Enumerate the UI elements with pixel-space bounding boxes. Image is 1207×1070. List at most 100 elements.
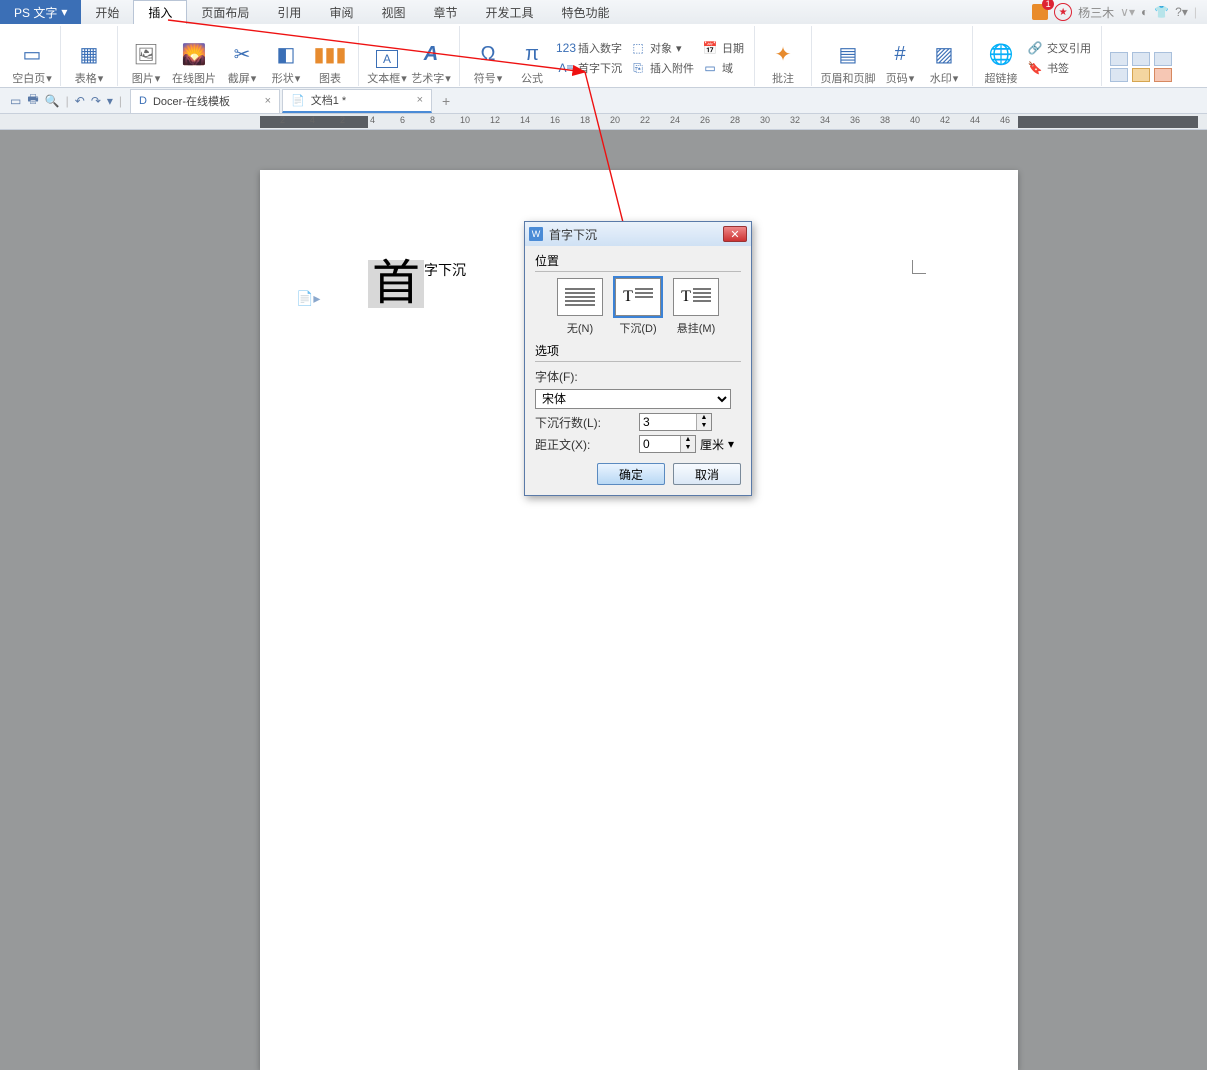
font-row: 字体(F):: [535, 368, 741, 385]
tab-review[interactable]: 审阅: [315, 0, 367, 24]
spin-down[interactable]: ▼: [681, 444, 695, 452]
table-button[interactable]: ▦ 表格▾: [67, 30, 111, 86]
hang-preview: T: [673, 278, 719, 316]
dialog-titlebar[interactable]: W 首字下沉 ✕: [525, 222, 751, 246]
wps-icon: W: [529, 227, 543, 241]
tab-insert[interactable]: 插入: [133, 0, 187, 24]
dropcap-char[interactable]: 首: [368, 260, 424, 308]
dialog-close-button[interactable]: ✕: [723, 226, 747, 242]
bookmark-button[interactable]: 🔖书签: [1023, 59, 1095, 77]
online-picture-icon: 🌄: [180, 40, 208, 68]
extra-icon-4[interactable]: [1132, 68, 1150, 82]
shapes-button[interactable]: ◧ 形状▾: [264, 30, 308, 86]
dropdown-icon[interactable]: ∨▾: [1120, 5, 1135, 19]
field-icon: ▭: [702, 60, 718, 76]
tab-chapter[interactable]: 章节: [419, 0, 471, 24]
tab-start[interactable]: 开始: [81, 0, 133, 24]
drop-preview: T: [615, 278, 661, 316]
tab-developer[interactable]: 开发工具: [471, 0, 547, 24]
qat-undo-icon[interactable]: ↶: [75, 94, 85, 108]
close-icon[interactable]: ×: [265, 95, 271, 107]
cancel-button[interactable]: 取消: [673, 463, 741, 485]
insert-number-button[interactable]: 123插入数字: [554, 39, 626, 57]
tab-references[interactable]: 引用: [263, 0, 315, 24]
app-brand[interactable]: PS 文字 ▾: [0, 0, 81, 24]
add-tab-button[interactable]: +: [434, 93, 458, 109]
section-options-header: 选项: [535, 342, 741, 362]
hyperlink-button[interactable]: 🌐 超链接: [979, 30, 1023, 86]
spin-down[interactable]: ▼: [697, 422, 711, 430]
opt-drop-label: 下沉(D): [619, 320, 656, 336]
lines-row: 下沉行数(L): ▲▼: [535, 413, 741, 431]
lines-spinner[interactable]: ▲▼: [639, 413, 712, 431]
doctab-docer[interactable]: D Docer-在线模板 ×: [130, 89, 280, 113]
opt-hang[interactable]: T 悬挂(M): [673, 278, 719, 336]
doctab-doc1-label: 文档1 *: [311, 92, 346, 108]
extra-icon-6[interactable]: [1154, 68, 1172, 82]
field-button[interactable]: ▭域: [698, 59, 748, 77]
datetime-button[interactable]: 📅日期: [698, 39, 748, 57]
object-button[interactable]: ⬚对象▾: [626, 39, 698, 57]
page-content[interactable]: 首字下沉: [368, 260, 466, 308]
lines-input[interactable]: [640, 414, 696, 430]
dialog-buttons: 确定 取消: [535, 463, 741, 485]
dist-input[interactable]: [640, 436, 680, 452]
dist-spinner[interactable]: ▲▼: [639, 435, 696, 453]
watermark-button[interactable]: ▨ 水印▾: [922, 30, 966, 86]
docer-icon: D: [139, 95, 147, 107]
spin-up[interactable]: ▲: [681, 436, 695, 444]
opt-none[interactable]: 无(N): [557, 278, 603, 336]
qat-preview-icon[interactable]: 🔍: [45, 94, 60, 108]
chevron-down-icon: ▾: [61, 5, 67, 19]
picture-button[interactable]: 🖼 图片▾: [124, 30, 168, 86]
tab-page-layout[interactable]: 页面布局: [187, 0, 263, 24]
extra-icon-2[interactable]: [1110, 68, 1128, 82]
side-flag-icon[interactable]: 📄▸: [296, 290, 320, 307]
close-icon[interactable]: ×: [417, 94, 423, 106]
qat-dropdown-icon[interactable]: ▾: [107, 94, 113, 108]
qat-redo-icon[interactable]: ↷: [91, 94, 101, 108]
doctab-doc1[interactable]: 📄 文档1 * ×: [282, 89, 432, 113]
chart-button[interactable]: ▮▮▮ 图表: [308, 30, 352, 86]
qat-sep: |: [66, 94, 69, 108]
page-number-button[interactable]: # 页码▾: [878, 30, 922, 86]
font-select[interactable]: 宋体: [535, 389, 731, 409]
lines-label: 下沉行数(L):: [535, 414, 635, 431]
attachment-button[interactable]: ⎘插入附件: [626, 59, 698, 77]
unit-dropdown-icon[interactable]: ▾: [728, 437, 734, 451]
username[interactable]: 杨三木: [1078, 4, 1114, 21]
dist-unit: 厘米: [700, 436, 724, 453]
extra-icon-3[interactable]: [1132, 52, 1150, 66]
symbol-button[interactable]: Ω 符号▾: [466, 30, 510, 86]
dropcap-button[interactable]: A≡首字下沉: [554, 59, 626, 77]
tab-view[interactable]: 视图: [367, 0, 419, 24]
extra-icon-1[interactable]: [1110, 52, 1128, 66]
tab-special[interactable]: 特色功能: [548, 0, 624, 24]
ok-button[interactable]: 确定: [597, 463, 665, 485]
qat-print-icon[interactable]: 🖶: [27, 90, 38, 111]
help-icon[interactable]: ?▾: [1175, 5, 1188, 19]
comment-button[interactable]: ✦ 批注: [761, 30, 805, 86]
screenshot-button[interactable]: ✂ 截屏▾: [220, 30, 264, 86]
cross-ref-button[interactable]: 🔗交叉引用: [1023, 39, 1095, 57]
font-label: 字体(F):: [535, 368, 607, 385]
qat-save-icon[interactable]: ▭: [10, 94, 21, 108]
textbox-button[interactable]: A 文本框▾: [365, 30, 409, 86]
extra-icon-5[interactable]: [1154, 52, 1172, 66]
header-footer-button[interactable]: ▤ 页眉和页脚: [818, 30, 878, 86]
section-pos-header: 位置: [535, 252, 741, 272]
online-picture-button[interactable]: 🌄 在线图片: [168, 30, 220, 86]
opt-drop[interactable]: T 下沉(D): [615, 278, 661, 336]
screenshot-icon: ✂: [228, 40, 256, 68]
shirt-icon[interactable]: 👕: [1154, 5, 1169, 19]
body-text[interactable]: 字下沉: [424, 264, 466, 279]
table-icon: ▦: [75, 40, 103, 68]
wordart-button[interactable]: A 艺术字▾: [409, 30, 453, 86]
favorite-icon[interactable]: ★: [1054, 3, 1072, 21]
spin-up[interactable]: ▲: [697, 414, 711, 422]
skin-icon[interactable]: ◐: [1141, 5, 1148, 19]
notification-icon[interactable]: [1032, 4, 1048, 20]
equation-button[interactable]: π 公式: [510, 30, 554, 86]
blank-page-button[interactable]: ▭ 空白页▾: [10, 30, 54, 86]
ruler-horizontal[interactable]: 2424681012141618202224262830323436384042…: [0, 114, 1207, 130]
